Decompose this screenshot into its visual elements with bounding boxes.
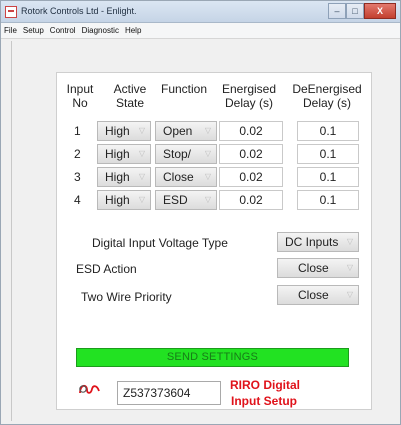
menu-diagnostic[interactable]: Diagnostic [82, 26, 119, 35]
chevron-down-icon: ▽ [204, 172, 212, 181]
header-function: Function [155, 82, 213, 96]
window-title: Rotork Controls Ltd - Enlight. [21, 6, 137, 16]
header-input-line1: Input [66, 82, 94, 96]
send-settings-button[interactable]: SEND SETTINGS [76, 348, 349, 367]
row-3-number: 3 [74, 170, 81, 184]
two-wire-priority-select[interactable]: Close ▽ [277, 285, 359, 305]
chevron-down-icon: ▽ [138, 172, 146, 181]
esd-action-label: ESD Action [76, 262, 137, 276]
row-2-number: 2 [74, 147, 81, 161]
row-4-deenergised-delay-field[interactable]: 0.1 [297, 190, 359, 210]
rotork-logo-icon [79, 384, 100, 394]
chevron-down-icon: ▽ [204, 149, 212, 158]
header-active-state: Active State [102, 82, 158, 110]
row-2-state-value: High [105, 147, 130, 161]
row-2-energised-delay-field[interactable]: 0.02 [219, 144, 283, 164]
chevron-down-icon: ▽ [138, 149, 146, 158]
maximize-button[interactable]: □ [346, 3, 364, 19]
header-energised-delay: Energised Delay (s) [214, 82, 284, 110]
row-4-function-value: ESD [163, 193, 188, 207]
page-title-line-2: Input Setup [231, 394, 297, 408]
row-1-state-value: High [105, 124, 130, 138]
menu-control[interactable]: Control [50, 26, 76, 35]
chevron-down-icon: ▽ [204, 126, 212, 135]
row-4-state-select[interactable]: High ▽ [97, 190, 151, 210]
row-4-energised-delay-field[interactable]: 0.02 [219, 190, 283, 210]
row-4-state-value: High [105, 193, 130, 207]
header-energised-line1: Energised [221, 82, 277, 96]
chevron-down-icon: ▽ [204, 195, 212, 204]
row-2-deenergised-delay-field[interactable]: 0.1 [297, 144, 359, 164]
esd-action-select[interactable]: Close ▽ [277, 258, 359, 278]
voltage-type-select[interactable]: DC Inputs ▽ [277, 232, 359, 252]
header-input-line2: No [72, 96, 88, 110]
row-1-deenergised-delay-field[interactable]: 0.1 [297, 121, 359, 141]
row-1-state-select[interactable]: High ▽ [97, 121, 151, 141]
page-title: RIRO Digital Input Setup [230, 377, 300, 409]
header-function-line1: Function [160, 82, 208, 96]
window-controls: – □ X [328, 3, 396, 19]
row-3-function-value: Close [163, 170, 194, 184]
row-3-function-select[interactable]: Close ▽ [155, 167, 217, 187]
close-button[interactable]: X [364, 3, 396, 19]
row-1-function-select[interactable]: Open ▽ [155, 121, 217, 141]
menu-help[interactable]: Help [125, 26, 141, 35]
minimize-button[interactable]: – [328, 3, 346, 19]
menu-file[interactable]: File [4, 26, 17, 35]
voltage-type-label: Digital Input Voltage Type [92, 236, 228, 250]
header-deenergised-line1: DeEnergised [292, 82, 362, 96]
row-1-energised-delay-field[interactable]: 0.02 [219, 121, 283, 141]
header-active-line2: State [115, 96, 145, 110]
app-icon [5, 6, 17, 18]
row-3-state-value: High [105, 170, 130, 184]
row-1-number: 1 [74, 124, 81, 138]
title-bar[interactable]: Rotork Controls Ltd - Enlight. – □ X [1, 1, 400, 23]
row-2-function-value: Stop/ [163, 147, 192, 161]
page-title-line-1: RIRO Digital [230, 378, 301, 392]
serial-number-field: Z537373604 [117, 381, 221, 405]
header-deenergised-line2: Delay (s) [302, 96, 351, 110]
menu-setup[interactable]: Setup [23, 26, 44, 35]
esd-action-value: Close [298, 261, 329, 275]
two-wire-priority-label: Two Wire Priority [81, 290, 172, 304]
row-3-deenergised-delay-field[interactable]: 0.1 [297, 167, 359, 187]
chevron-down-icon: ▽ [346, 263, 354, 272]
row-3-energised-delay-field[interactable]: 0.02 [219, 167, 283, 187]
row-3-state-select[interactable]: High ▽ [97, 167, 151, 187]
header-input: Input No [63, 82, 97, 110]
row-2-function-select[interactable]: Stop/ ▽ [155, 144, 217, 164]
chevron-down-icon: ▽ [138, 195, 146, 204]
header-active-line1: Active [113, 82, 147, 96]
row-1-function-value: Open [163, 124, 193, 138]
row-2-state-select[interactable]: High ▽ [97, 144, 151, 164]
row-4-function-select[interactable]: ESD ▽ [155, 190, 217, 210]
header-deenergised-delay: DeEnergised Delay (s) [288, 82, 366, 110]
chevron-down-icon: ▽ [138, 126, 146, 135]
chevron-down-icon: ▽ [346, 290, 354, 299]
header-energised-line2: Delay (s) [224, 96, 273, 110]
voltage-type-value: DC Inputs [285, 235, 339, 249]
row-4-number: 4 [74, 193, 81, 207]
two-wire-priority-value: Close [298, 288, 329, 302]
menu-bar: File Setup Control Diagnostic Help [1, 23, 400, 39]
chevron-down-icon: ▽ [346, 237, 354, 246]
